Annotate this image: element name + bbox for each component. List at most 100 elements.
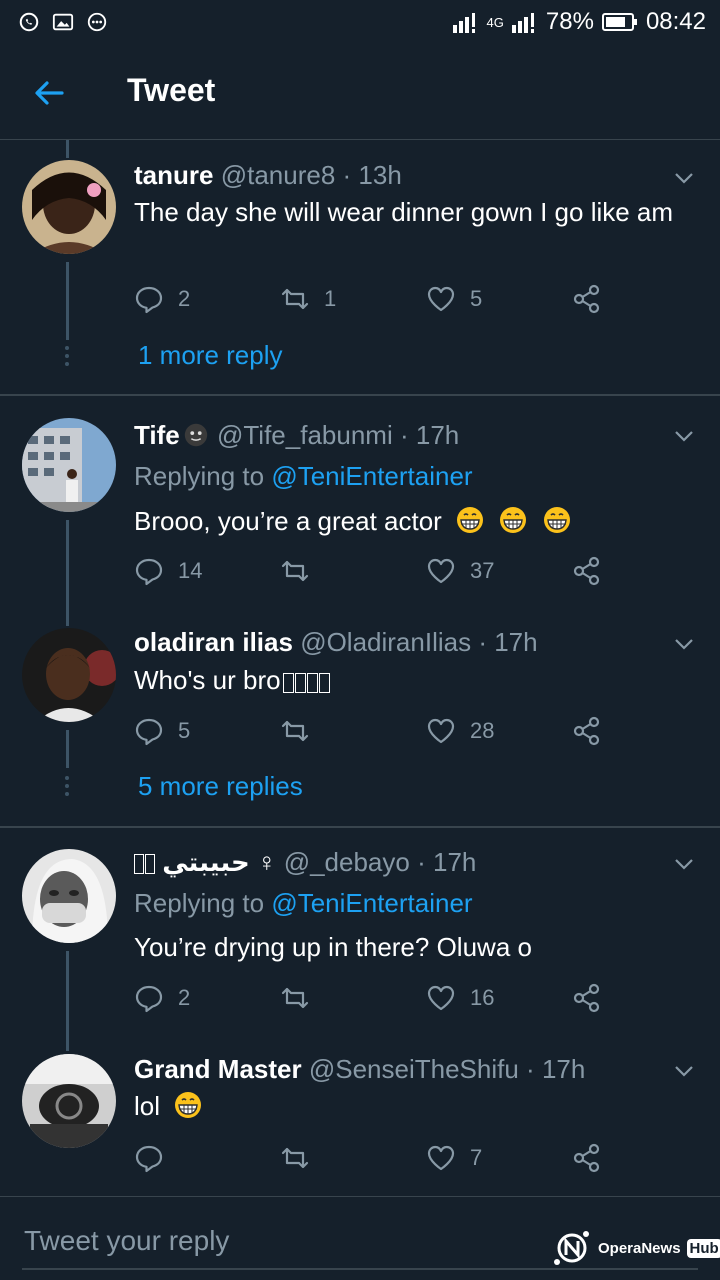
retweet-action[interactable] [280, 556, 324, 586]
avatar[interactable] [22, 849, 116, 943]
chevron-down-icon[interactable] [672, 852, 696, 876]
chevron-down-icon[interactable] [672, 424, 696, 448]
signal-icon-2 [511, 13, 534, 33]
reply-count: 5 [178, 718, 191, 743]
reply-icon [135, 718, 163, 746]
replying-to-handle[interactable]: @TeniEntertainer [271, 888, 472, 918]
replying-prefix: Replying to [134, 888, 265, 918]
retweet-action[interactable] [280, 983, 324, 1013]
gallery-icon [52, 13, 74, 31]
tweet-header: Grand Master @SenseiTheShifu · 17h [134, 1054, 586, 1084]
avatar[interactable] [22, 418, 116, 512]
chevron-down-icon[interactable] [672, 166, 696, 190]
watermark: OperaNews Hub [552, 1228, 720, 1268]
retweet-action[interactable] [280, 1143, 324, 1173]
like-action[interactable]: 28 [426, 716, 494, 746]
reply-action[interactable]: 5 [134, 716, 190, 746]
reply-action[interactable] [134, 1143, 178, 1173]
user-handle[interactable]: @OladiranIlias [300, 627, 471, 657]
network-type: 4G [486, 14, 504, 30]
tweet-actions: 5 28 [134, 716, 614, 750]
tweet-text-row: Who's ur bro [134, 662, 694, 702]
display-name[interactable]: Tife [134, 420, 180, 450]
share-action[interactable] [572, 983, 602, 1013]
share-icon [573, 983, 600, 1013]
share-icon [573, 556, 600, 586]
display-name[interactable]: Grand Master [134, 1054, 302, 1084]
thread-dots [65, 346, 70, 370]
heart-icon [427, 558, 455, 584]
user-handle[interactable]: @tanure8 [221, 160, 336, 190]
reply-icon [135, 985, 163, 1013]
more-notifications-icon [87, 12, 107, 32]
tweet-time: 17h [494, 627, 538, 657]
like-count: 16 [470, 985, 495, 1010]
like-action[interactable]: 7 [426, 1143, 482, 1173]
header: Tweet [0, 44, 720, 140]
retweet-icon [281, 1147, 309, 1169]
reply-action[interactable]: 2 [134, 284, 190, 314]
watermark-badge: Hub [686, 1238, 720, 1258]
display-name[interactable]: tanure [134, 160, 213, 190]
face-emoji [184, 423, 207, 447]
heart-icon [427, 286, 455, 312]
display-name[interactable]: حبيبتي ♀ [162, 847, 276, 877]
whatsapp-icon [19, 12, 39, 32]
avatar[interactable] [22, 160, 116, 254]
share-action[interactable] [572, 284, 602, 314]
like-action[interactable]: 5 [426, 284, 482, 314]
reply-icon [135, 558, 163, 586]
replying-to: Replying to @TeniEntertainer [134, 888, 473, 919]
like-count: 37 [470, 558, 495, 583]
thread-line [66, 951, 69, 1051]
page-title: Tweet [127, 72, 216, 108]
tweet-actions: 7 [134, 1143, 614, 1177]
operanews-logo-icon [554, 1231, 589, 1265]
retweet-icon [281, 720, 309, 742]
battery-percent: 78% [545, 8, 594, 35]
more-replies-link[interactable]: 1 more reply [138, 340, 283, 371]
status-bar-left [18, 11, 108, 33]
user-handle[interactable]: @SenseiTheShifu [309, 1054, 519, 1084]
avatar[interactable] [22, 1054, 116, 1148]
tweet-time: 13h [358, 160, 402, 190]
grinning-emoji [457, 507, 484, 533]
reply-action[interactable]: 14 [134, 556, 202, 586]
status-bar: 4G 78% 08:42 [0, 0, 720, 44]
thread-line [66, 730, 69, 768]
avatar[interactable] [22, 628, 116, 722]
heart-icon [427, 985, 455, 1011]
reply-count: 2 [178, 286, 191, 311]
chevron-down-icon[interactable] [672, 632, 696, 656]
display-name[interactable]: oladiran ilias [134, 627, 293, 657]
back-arrow-icon[interactable] [32, 76, 66, 110]
reply-icon [135, 286, 163, 314]
chevron-down-icon[interactable] [672, 1059, 696, 1083]
heart-icon [427, 718, 455, 744]
like-action[interactable]: 37 [426, 556, 494, 586]
tweet-time: 17h [541, 1054, 586, 1084]
reply-input[interactable]: Tweet your reply [24, 1225, 229, 1257]
grinning-emoji [175, 1092, 202, 1118]
retweet-icon [281, 560, 309, 582]
replying-to: Replying to @TeniEntertainer [134, 461, 473, 492]
retweet-action[interactable]: 1 [280, 284, 336, 314]
more-replies-link[interactable]: 5 more replies [138, 771, 303, 802]
thread-line [66, 140, 69, 158]
like-action[interactable]: 16 [426, 983, 494, 1013]
tweet-text: Who's ur bro [134, 665, 281, 695]
replying-to-handle[interactable]: @TeniEntertainer [271, 461, 472, 491]
retweet-icon [281, 288, 309, 310]
reply-action[interactable]: 2 [134, 983, 190, 1013]
share-action[interactable] [572, 716, 602, 746]
share-action[interactable] [572, 556, 602, 586]
reply-icon [135, 1145, 163, 1173]
tweet-time: 17h [432, 847, 477, 877]
retweet-action[interactable] [280, 716, 324, 746]
share-action[interactable] [572, 1143, 602, 1173]
user-handle[interactable]: @_debayo [284, 847, 410, 877]
user-handle[interactable]: @Tife_fabunmi [217, 420, 393, 450]
share-icon [573, 716, 600, 746]
missing-glyph-boxes [134, 850, 155, 881]
tweet-header: Tife @Tife_fabunmi · 17h [134, 420, 460, 450]
